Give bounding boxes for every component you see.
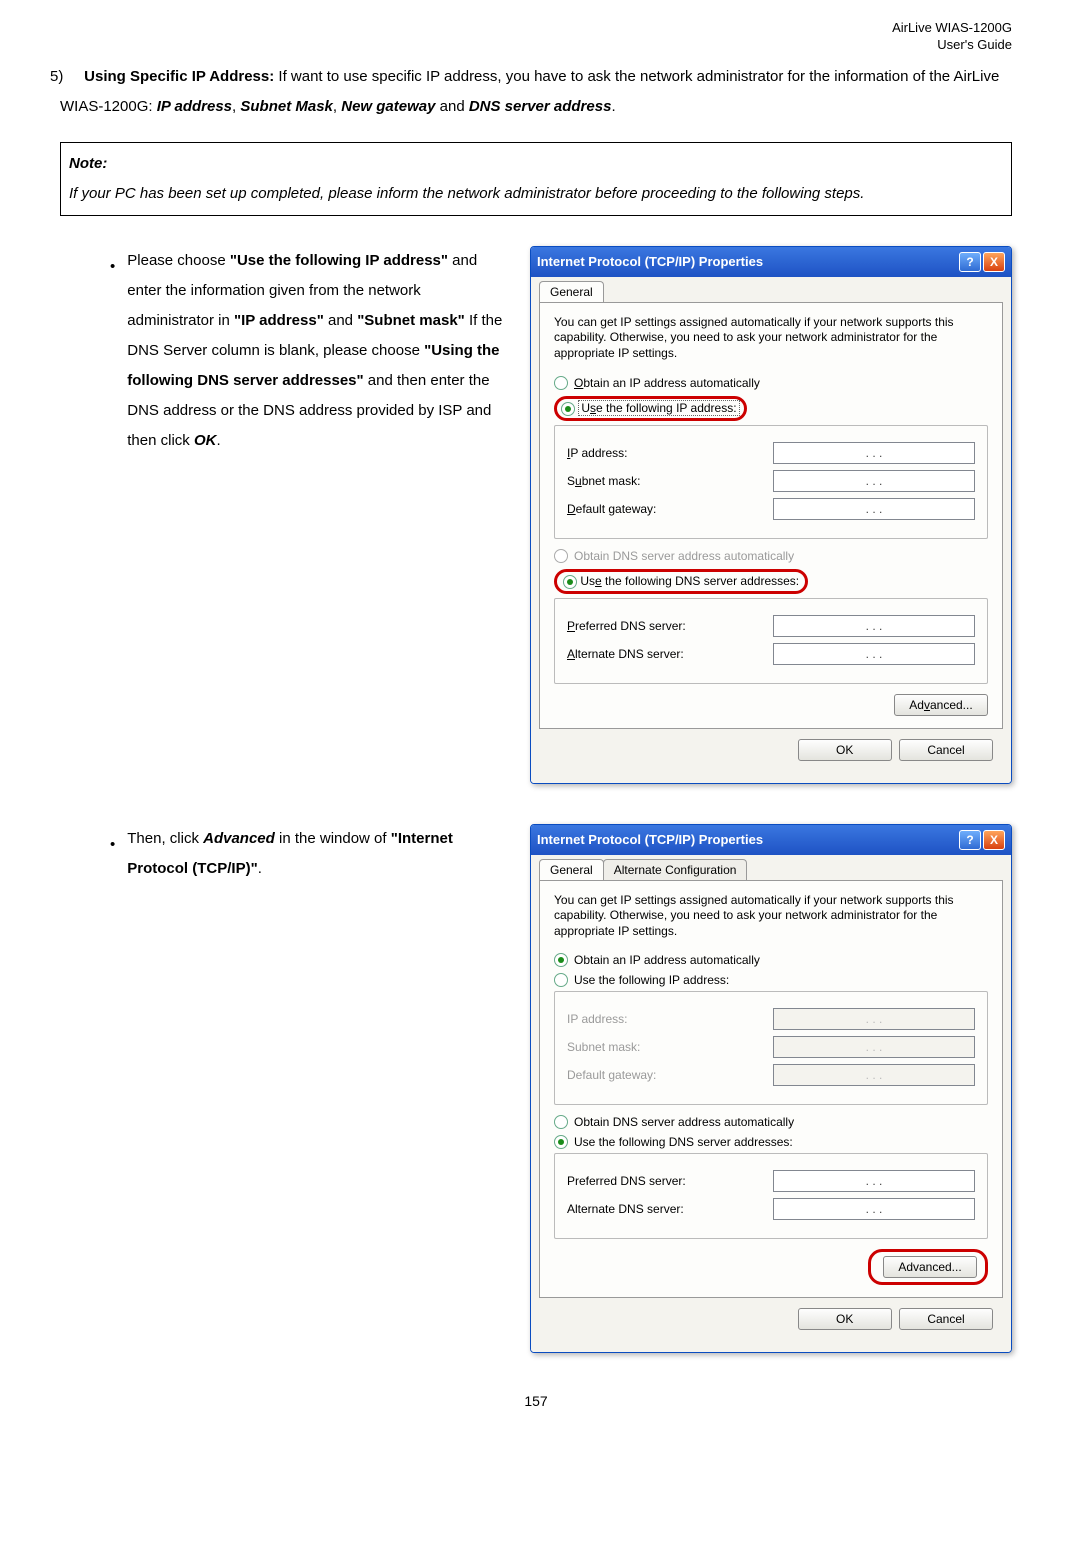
step-bold-title: Using Specific IP Address:	[84, 68, 274, 85]
highlight-use-ip: Use the following IP address:	[554, 396, 747, 421]
page-number: 157	[60, 1393, 1012, 1409]
label-alternate-dns: Alternate DNS server:	[567, 647, 773, 661]
tcpip-dialog-2: Internet Protocol (TCP/IP) Properties ? …	[530, 824, 1012, 1354]
tab-general[interactable]: General	[539, 281, 604, 302]
label-use-following-ip: Use the following IP address:	[574, 973, 729, 987]
label-ip-address: IP address:	[567, 446, 773, 460]
tab-alternate-config[interactable]: Alternate Configuration	[603, 859, 748, 880]
ok-button[interactable]: OK	[798, 1308, 892, 1330]
input-alternate-dns[interactable]: . . .	[773, 1198, 975, 1220]
radio-obtain-ip-auto[interactable]	[554, 953, 568, 967]
close-button[interactable]: X	[983, 830, 1005, 850]
label-default-gateway: Default gateway:	[567, 502, 773, 516]
dialog-desc: You can get IP settings assigned automat…	[554, 893, 988, 940]
cancel-button[interactable]: Cancel	[899, 1308, 993, 1330]
advanced-button[interactable]: Advanced...	[883, 1256, 977, 1278]
radio-use-following-dns[interactable]	[563, 575, 577, 589]
input-preferred-dns[interactable]: . . .	[773, 1170, 975, 1192]
radio-obtain-ip-auto[interactable]	[554, 376, 568, 390]
label-obtain-ip-auto: Obtain an IP address automatically	[574, 376, 760, 390]
note-body: If your PC has been set up completed, pl…	[69, 179, 1003, 209]
radio-obtain-dns-auto	[554, 549, 568, 563]
label-subnet-mask: Subnet mask:	[567, 1040, 773, 1054]
bullet-2: • Then, click Advanced in the window of …	[110, 824, 510, 884]
tcpip-dialog-1: Internet Protocol (TCP/IP) Properties ? …	[530, 246, 1012, 784]
input-default-gateway[interactable]: . . .	[773, 498, 975, 520]
note-title: Note:	[69, 155, 107, 172]
label-use-following-ip: Use the following IP address:	[578, 400, 739, 416]
label-alternate-dns: Alternate DNS server:	[567, 1202, 773, 1216]
step-number: 5)	[50, 62, 80, 92]
label-use-following-dns: Use the following DNS server addresses:	[580, 574, 799, 588]
dialog-title: Internet Protocol (TCP/IP) Properties	[537, 832, 763, 847]
note-box: Note: If your PC has been set up complet…	[60, 142, 1012, 216]
label-obtain-ip-auto: Obtain an IP address automatically	[574, 953, 760, 967]
step-5-paragraph: 5) Using Specific IP Address: If want to…	[60, 62, 1012, 122]
radio-use-following-ip[interactable]	[554, 973, 568, 987]
bullet-dot-icon: •	[110, 830, 115, 884]
tab-general[interactable]: General	[539, 859, 604, 880]
bullet-1: • Please choose "Use the following IP ad…	[110, 246, 510, 456]
bullet-dot-icon: •	[110, 252, 115, 456]
radio-obtain-dns-auto[interactable]	[554, 1115, 568, 1129]
label-use-following-dns: Use the following DNS server addresses:	[574, 1135, 793, 1149]
label-preferred-dns: Preferred DNS server:	[567, 619, 773, 633]
label-ip-address: IP address:	[567, 1012, 773, 1026]
doc-header: AirLive WIAS-1200G User's Guide	[60, 20, 1012, 54]
label-obtain-dns-auto: Obtain DNS server address automatically	[574, 1115, 794, 1129]
label-obtain-dns-auto: Obtain DNS server address automatically	[574, 549, 988, 563]
help-button[interactable]: ?	[959, 830, 981, 850]
ok-button[interactable]: OK	[798, 739, 892, 761]
highlight-advanced: Advanced...	[868, 1249, 988, 1285]
label-default-gateway: Default gateway:	[567, 1068, 773, 1082]
cancel-button[interactable]: Cancel	[899, 739, 993, 761]
highlight-use-dns: Use the following DNS server addresses:	[554, 569, 808, 594]
label-preferred-dns: Preferred DNS server:	[567, 1174, 773, 1188]
dialog-title: Internet Protocol (TCP/IP) Properties	[537, 254, 763, 269]
help-button[interactable]: ?	[959, 252, 981, 272]
label-subnet-mask: Subnet mask:	[567, 474, 773, 488]
input-preferred-dns[interactable]: . . .	[773, 615, 975, 637]
radio-use-following-ip[interactable]	[561, 402, 575, 416]
header-line-2: User's Guide	[60, 37, 1012, 54]
header-line-1: AirLive WIAS-1200G	[60, 20, 1012, 37]
advanced-button[interactable]: Advanced...	[894, 694, 988, 716]
input-default-gateway: . . .	[773, 1064, 975, 1086]
input-subnet-mask: . . .	[773, 1036, 975, 1058]
input-ip-address[interactable]: . . .	[773, 442, 975, 464]
radio-use-following-dns[interactable]	[554, 1135, 568, 1149]
close-button[interactable]: X	[983, 252, 1005, 272]
input-ip-address: . . .	[773, 1008, 975, 1030]
input-alternate-dns[interactable]: . . .	[773, 643, 975, 665]
dialog-desc: You can get IP settings assigned automat…	[554, 315, 988, 362]
input-subnet-mask[interactable]: . . .	[773, 470, 975, 492]
